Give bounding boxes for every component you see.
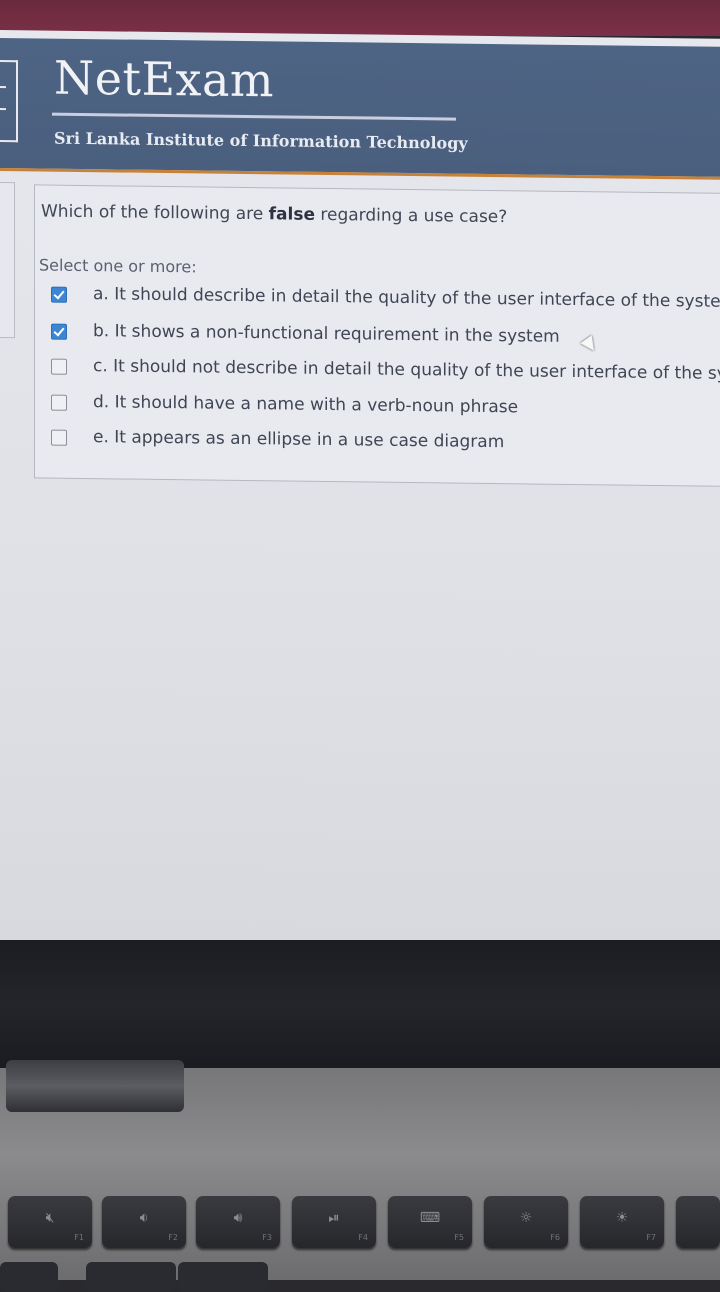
select-label: Select one or more: xyxy=(39,255,197,277)
volume-up-icon: 🔊︎ xyxy=(233,1210,243,1226)
question-text-before: Which of the following are xyxy=(41,201,269,225)
brand-subtitle: Sri Lanka Institute of Information Techn… xyxy=(54,128,468,153)
question-text-after: regarding a use case? xyxy=(315,204,508,228)
answer-option-c[interactable]: c. It should not describe in detail the … xyxy=(49,356,720,388)
key-f7[interactable]: ☀︎ F7 xyxy=(580,1196,664,1248)
key-f2-label: F2 xyxy=(168,1233,178,1242)
key-row2-2[interactable] xyxy=(86,1262,176,1292)
play-pause-icon: ⏯︎ xyxy=(328,1210,340,1226)
laptop-screen: NetExam Sri Lanka Institute of Informati… xyxy=(0,30,720,949)
key-f1-label: F1 xyxy=(74,1233,84,1242)
checkbox-b[interactable] xyxy=(51,323,67,340)
keyboard-backlight-icon: ⌨︎ xyxy=(419,1210,441,1226)
key-f6-label: F6 xyxy=(550,1233,560,1242)
sliit-logo-icon xyxy=(0,59,18,143)
answer-label-e: e. It appears as an ellipse in a use cas… xyxy=(93,427,505,453)
key-f3-label: F3 xyxy=(262,1233,272,1242)
question-text-bold: false xyxy=(268,204,315,225)
answer-option-b[interactable]: b. It shows a non-functional requirement… xyxy=(49,321,720,353)
key-f8[interactable] xyxy=(676,1196,720,1248)
answer-label-d: d. It should have a name with a verb-nou… xyxy=(93,392,519,418)
laptop-hinge xyxy=(6,1060,184,1112)
answer-option-a[interactable]: a. It should describe in detail the qual… xyxy=(49,284,720,316)
mute-icon: 🔇︎ xyxy=(45,1210,55,1226)
volume-down-icon: 🔉︎ xyxy=(139,1210,149,1226)
answer-label-b: b. It shows a non-functional requirement… xyxy=(93,321,560,347)
site-header: NetExam Sri Lanka Institute of Informati… xyxy=(0,38,720,180)
key-f4-label: F4 xyxy=(358,1233,368,1242)
laptop-bezel xyxy=(0,940,720,1070)
key-f5-label: F5 xyxy=(454,1233,464,1242)
question-info-panel xyxy=(0,182,15,339)
key-row2-1[interactable] xyxy=(0,1262,58,1292)
brightness-down-icon: ☼ xyxy=(519,1210,533,1226)
question-box: Which of the following are false regardi… xyxy=(34,184,720,487)
answer-option-d[interactable]: d. It should have a name with a verb-nou… xyxy=(49,392,720,424)
question-text: Which of the following are false regardi… xyxy=(41,202,507,228)
key-f4[interactable]: ⏯︎ F4 xyxy=(292,1196,376,1248)
answer-options: a. It should describe in detail the qual… xyxy=(35,283,720,452)
answer-option-e[interactable]: e. It appears as an ellipse in a use cas… xyxy=(49,427,720,459)
answer-label-c: c. It should not describe in detail the … xyxy=(93,356,720,385)
brand-title[interactable]: NetExam xyxy=(54,51,274,108)
checkbox-d[interactable] xyxy=(51,394,67,411)
key-f1[interactable]: 🔇︎ F1 xyxy=(8,1196,92,1248)
checkbox-a[interactable] xyxy=(51,286,67,303)
brand-divider xyxy=(52,112,456,121)
answer-label-a: a. It should describe in detail the qual… xyxy=(93,284,720,313)
key-f6[interactable]: ☼ F6 xyxy=(484,1196,568,1248)
key-f5[interactable]: ⌨︎ F5 xyxy=(388,1196,472,1248)
checkbox-e[interactable] xyxy=(51,429,67,446)
checkbox-c[interactable] xyxy=(51,358,67,375)
brightness-up-icon: ☀︎ xyxy=(615,1210,629,1226)
key-row2-3[interactable] xyxy=(178,1262,268,1292)
key-f7-label: F7 xyxy=(646,1233,656,1242)
key-f2[interactable]: 🔉︎ F2 xyxy=(102,1196,186,1248)
key-f3[interactable]: 🔊︎ F3 xyxy=(196,1196,280,1248)
